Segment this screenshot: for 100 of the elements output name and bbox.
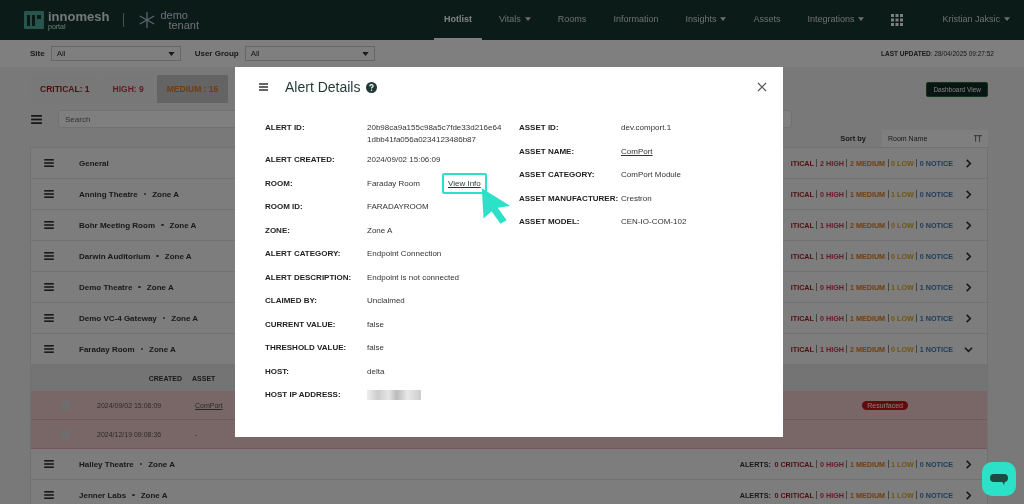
- nav-tab[interactable]: Assets: [743, 0, 791, 40]
- room-name: General: [79, 158, 109, 168]
- chevron-right-icon[interactable]: [964, 459, 973, 469]
- zone-name: Zone A: [169, 220, 197, 230]
- field-value: dev.comport.1: [621, 122, 673, 134]
- field-label: ASSET CATEGORY:: [519, 170, 596, 179]
- field-value: delta: [367, 365, 386, 378]
- tenant-name: demo: [160, 9, 189, 20]
- field-value: CEN-IO-COM-102: [621, 216, 688, 228]
- zone-name: Zone A: [171, 313, 199, 323]
- chat-button[interactable]: [982, 462, 1016, 496]
- user-menu[interactable]: Kristian Jaksic: [932, 0, 1020, 40]
- field-label: ALERT CATEGORY:: [265, 249, 342, 258]
- field-label: ALERT CREATED:: [265, 155, 336, 164]
- menu-icon[interactable]: [44, 252, 54, 260]
- room-name: Demo Theatre: [79, 282, 133, 292]
- chevron-down-icon[interactable]: [964, 344, 973, 354]
- field-label: ZONE:: [265, 225, 291, 235]
- field-value: 2024/09/02 15:06:09: [367, 154, 442, 166]
- sort-icon: [974, 135, 982, 142]
- field-value: false: [367, 342, 385, 354]
- site-select[interactable]: All: [50, 46, 181, 61]
- field-label: ALERT DESCRIPTION:: [265, 272, 353, 282]
- tenant-name: tenant: [167, 20, 199, 31]
- room-name: Anning Theatre: [79, 189, 138, 199]
- logo-icon: [24, 11, 44, 29]
- nav-tab[interactable]: Insights: [675, 0, 737, 40]
- menu-icon[interactable]: [44, 491, 54, 499]
- menu-icon[interactable]: [44, 283, 54, 291]
- chevron-right-icon[interactable]: [964, 189, 973, 199]
- dialog-title: Alert Details: [285, 79, 361, 95]
- nav-tab[interactable]: Rooms: [547, 0, 597, 40]
- caret-icon: [1004, 17, 1010, 21]
- zone-name: Zone A: [146, 282, 174, 292]
- nav-tab[interactable]: Information: [603, 0, 669, 40]
- asset-name-link[interactable]: ComPort: [621, 145, 766, 158]
- zone-name: Zone A: [152, 189, 179, 199]
- menu-icon[interactable]: [44, 159, 54, 167]
- menu-icon[interactable]: [44, 221, 54, 229]
- chevron-right-icon[interactable]: [964, 220, 973, 230]
- chevron-right-icon[interactable]: [964, 251, 973, 261]
- chat-bubble-icon: [989, 472, 1009, 486]
- zone-name: Zone A: [164, 251, 192, 261]
- room-name: Bohr Meeting Room: [79, 220, 155, 230]
- field-label: ASSET MANUFACTURER:: [519, 193, 620, 203]
- help-icon[interactable]: [366, 81, 378, 93]
- site-label: Site: [30, 49, 45, 58]
- menu-icon[interactable]: [259, 83, 268, 91]
- close-icon[interactable]: [757, 82, 767, 92]
- caret-icon: [167, 51, 175, 56]
- field-label: ROOM:: [265, 178, 294, 188]
- field-value: Crestron: [621, 192, 653, 205]
- menu-icon[interactable]: [44, 460, 54, 468]
- user-group-select[interactable]: All: [244, 46, 375, 61]
- field-label: ASSET NAME:: [519, 146, 576, 156]
- field-value: Unclaimed: [367, 295, 406, 307]
- field-value: Zone A: [367, 224, 394, 237]
- user-group-label: User Group: [194, 49, 239, 58]
- zone-name: Zone A: [149, 344, 176, 354]
- field-value: ComPort Module: [621, 169, 683, 181]
- field-label: CURRENT VALUE:: [265, 319, 337, 329]
- menu-icon[interactable]: [31, 114, 42, 124]
- field-value: false: [367, 318, 385, 331]
- zone-name: Zone A: [148, 459, 175, 469]
- room-name: Halley Theatre: [79, 459, 134, 469]
- view-info-link[interactable]: View Info: [442, 172, 487, 194]
- field-label: ALERT ID:: [265, 123, 306, 132]
- brand-name: innomesh: [48, 10, 110, 23]
- nav-tab[interactable]: Vitals: [489, 0, 541, 40]
- nav-tab[interactable]: Integrations: [797, 0, 875, 40]
- chevron-right-icon[interactable]: [964, 158, 973, 168]
- field-value: FARADAYROOM: [367, 201, 430, 213]
- room-name: Faraday Room: [79, 344, 135, 354]
- chevron-right-icon[interactable]: [964, 282, 973, 292]
- field-label: ASSET ID:: [519, 123, 560, 132]
- field-label: HOST IP ADDRESS:: [265, 390, 342, 399]
- zone-name: Zone A: [140, 490, 168, 500]
- caret-icon: [361, 51, 369, 56]
- field-value: Endpoint is not connected: [367, 271, 461, 284]
- field-label: ASSET MODEL:: [519, 217, 581, 226]
- field-value: Endpoint Connection: [367, 248, 443, 260]
- room-name: Jenner Labs: [79, 490, 127, 500]
- caret-icon: [720, 17, 727, 21]
- chevron-right-icon[interactable]: [964, 313, 973, 323]
- menu-icon[interactable]: [44, 345, 54, 353]
- menu-icon[interactable]: [44, 314, 54, 322]
- snowflake-icon: [138, 11, 157, 29]
- redacted-value: [367, 390, 421, 400]
- field-value: Faraday Room: [367, 177, 420, 190]
- apps-grid-icon[interactable]: [891, 14, 904, 26]
- field-label: ROOM ID:: [265, 202, 304, 211]
- field-label: CLAIMED BY:: [265, 296, 318, 305]
- field-label: HOST:: [265, 366, 290, 376]
- caret-icon: [524, 17, 531, 21]
- chevron-right-icon[interactable]: [964, 490, 973, 500]
- field-label: THRESHOLD VALUE:: [265, 343, 348, 352]
- caret-icon: [858, 17, 865, 21]
- menu-icon[interactable]: [44, 190, 54, 198]
- room-name: Demo VC-4 Gateway: [79, 313, 157, 323]
- field-value: 20b98ca9a155c98a5c7fde33d216e641dbb41fa056a0234123486b87: [367, 122, 502, 146]
